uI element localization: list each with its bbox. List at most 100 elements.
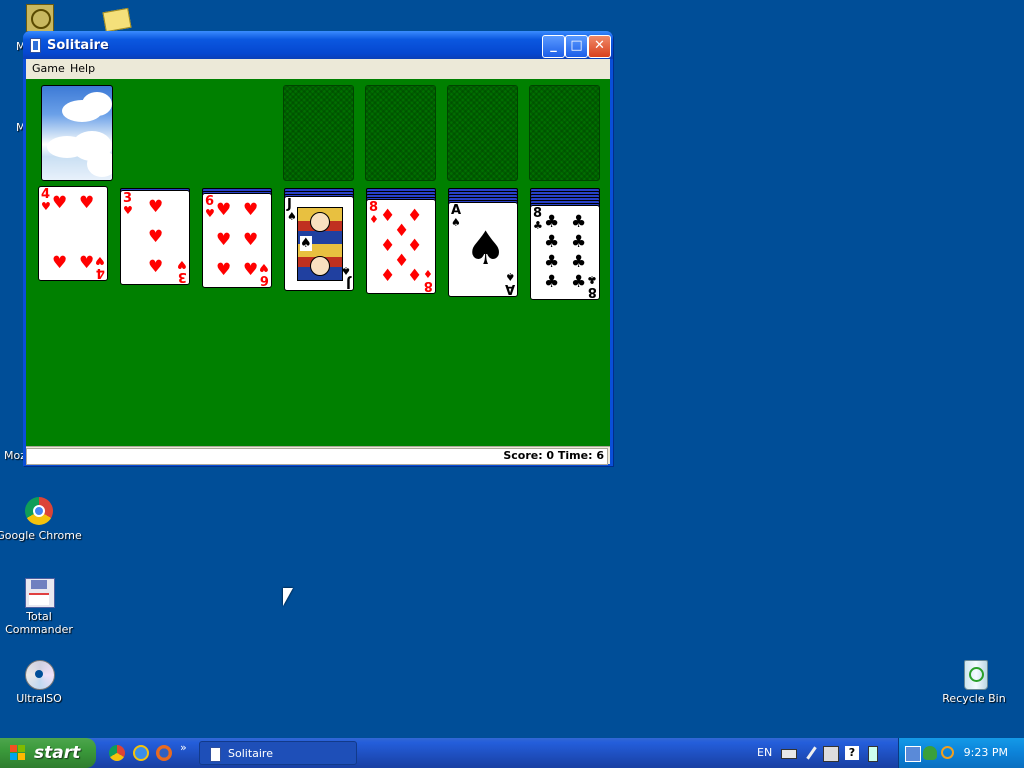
taskbar-button-solitaire[interactable]: Solitaire [199, 741, 357, 765]
card-corner: 8 ♣ [533, 207, 543, 232]
card-corner: 3 ♥ [123, 192, 133, 217]
desktop-icon-ultraiso[interactable]: UltraISO [0, 658, 84, 705]
menu-bar: Game Help [26, 59, 610, 79]
suit-icon: ♥ [259, 261, 269, 274]
system-tray: 9:23 PM [898, 738, 1024, 768]
shield-icon[interactable] [923, 746, 937, 760]
recycle-bin-icon [958, 658, 990, 690]
foundation-slot[interactable] [447, 85, 518, 181]
suit-icon: ♣ [571, 272, 587, 292]
game-table[interactable]: 4 ♥ ♥ ♥ ♥ ♥ 4 ♥ 3 ♥ ♥ ♥ ♥ 3 ♥ 6 ♥ ♥ ♥ ♥ ♥ ♥ ♥… [26, 79, 610, 446]
desktop-icon-total-commander[interactable]: Total Commander [0, 576, 84, 636]
help-icon[interactable]: ? [845, 746, 859, 760]
suit-icon: ♣ [544, 252, 560, 272]
suit-icon: ♥ [95, 254, 105, 267]
suit-icon: ♦ [407, 236, 423, 256]
suit-icon: ♥ [205, 207, 215, 220]
firefox-quicklaunch-icon[interactable] [156, 745, 172, 761]
desktop-icon-chrome[interactable]: Google Chrome [0, 495, 84, 542]
start-label: start [34, 743, 81, 763]
minimize-button[interactable]: _ [542, 35, 565, 58]
solitaire-app-icon [210, 747, 221, 762]
tableau-card-6[interactable]: A ♠ ♠ A ♠ [448, 202, 518, 297]
suit-icon: ♣ [571, 212, 587, 232]
menu-help[interactable]: Help [70, 62, 95, 75]
tableau-card-5[interactable]: 8 ♦ ♦ ♦ ♦ ♦ ♦ ♦ ♦ ♦ 8 ♦ [366, 199, 436, 294]
keyboard-icon[interactable] [781, 749, 797, 759]
solitaire-window[interactable]: Solitaire _ □ ✕ Game Help 4 ♥ ♥ ♥ ♥ ♥ 4 … [23, 31, 613, 466]
suit-icon: ♥ [52, 253, 68, 273]
suit-icon: ♥ [79, 253, 95, 273]
title-bar[interactable]: Solitaire _ □ ✕ [23, 31, 613, 59]
suit-icon: ♥ [243, 200, 259, 220]
suit-icon: ♣ [544, 212, 560, 232]
maximize-button[interactable]: □ [565, 35, 588, 58]
suit-icon: ♦ [407, 206, 423, 226]
suit-icon: ♥ [52, 193, 68, 213]
window-title: Solitaire [47, 38, 109, 53]
score-time-status: Score: 0 Time: 6 [26, 448, 608, 465]
menu-game[interactable]: Game [32, 62, 65, 75]
suit-icon: ♦ [380, 236, 396, 256]
cloud-art [87, 151, 112, 177]
suit-icon: ♥ [216, 230, 232, 250]
network-icon[interactable] [905, 746, 921, 762]
card-rank: J [346, 275, 351, 290]
card-corner: 4 ♥ [41, 188, 51, 213]
suit-icon: ♥ [41, 200, 51, 213]
suit-icon: ♥ [79, 193, 95, 213]
status-bar: Score: 0 Time: 6 [26, 446, 610, 465]
foundation-slot[interactable] [529, 85, 600, 181]
tableau-card-3[interactable]: 6 ♥ ♥ ♥ ♥ ♥ ♥ ♥ 6 ♥ [202, 193, 272, 288]
tableau-card-2[interactable]: 3 ♥ ♥ ♥ ♥ 3 ♥ [120, 190, 190, 285]
chrome-quicklaunch-icon[interactable] [109, 745, 125, 761]
close-button[interactable]: ✕ [588, 35, 611, 58]
tools-icon[interactable] [823, 746, 839, 762]
card-corner: J ♠ [287, 198, 297, 223]
card-rank: A [504, 281, 515, 296]
foundation-slot[interactable] [365, 85, 436, 181]
language-indicator[interactable]: EN [757, 746, 772, 759]
suit-icon: ♠ [505, 270, 515, 283]
suit-icon: ♥ [216, 200, 232, 220]
desktop-icon-label: Total Commander [5, 610, 73, 636]
windows-logo-icon [10, 745, 26, 761]
suit-icon: ♦ [423, 267, 433, 280]
suit-icon: ♣ [571, 252, 587, 272]
card-rank: 3 [177, 269, 187, 284]
card-corner: 6 ♥ [205, 195, 215, 220]
ie-quicklaunch-icon[interactable] [133, 745, 149, 761]
desktop-icon-top-1[interactable] [26, 4, 54, 32]
tableau-card-1[interactable]: 4 ♥ ♥ ♥ ♥ ♥ 4 ♥ [38, 186, 108, 281]
pen-icon[interactable] [806, 746, 817, 760]
card-corner: 3 ♥ [177, 258, 187, 284]
foundation-slot[interactable] [283, 85, 354, 181]
suit-icon: ♥ [243, 230, 259, 250]
tableau-card-4[interactable]: J ♠ ♠ J ♠ [284, 196, 354, 291]
desktop-icon-label: UltraISO [16, 692, 62, 705]
chevron-right-icon[interactable]: » [180, 741, 187, 754]
suit-icon: ♣ [571, 232, 587, 252]
suit-icon: ♦ [407, 266, 423, 286]
disc-icon [23, 658, 55, 690]
options-icon[interactable] [868, 746, 878, 762]
card-rank: 8 [587, 284, 597, 299]
clock[interactable]: 9:23 PM [964, 746, 1008, 759]
desktop-icon-top-2[interactable] [102, 2, 132, 33]
card-corner: 8 ♣ [587, 273, 597, 299]
suit-icon: ♠ [341, 264, 351, 277]
desktop-icon-recycle-bin[interactable]: Recycle Bin [929, 658, 1019, 705]
card-rank: 4 [95, 265, 105, 280]
stock-pile[interactable] [41, 85, 113, 181]
search-icon[interactable] [941, 746, 954, 759]
floppy-disk-icon [23, 576, 55, 608]
mouse-cursor-icon [283, 588, 293, 606]
suit-icon: ♣ [544, 272, 560, 292]
card-corner: J ♠ [341, 264, 351, 290]
start-button[interactable]: start [0, 738, 96, 768]
tableau-card-7[interactable]: 8 ♣ ♣ ♣ ♣ ♣ ♣ ♣ ♣ ♣ 8 ♣ [530, 205, 600, 300]
taskbar: start » Solitaire EN ? 9:23 PM [0, 738, 1024, 768]
suit-icon: ♠ [287, 210, 297, 223]
suit-icon: ♣ [544, 232, 560, 252]
document-icon [31, 9, 51, 29]
